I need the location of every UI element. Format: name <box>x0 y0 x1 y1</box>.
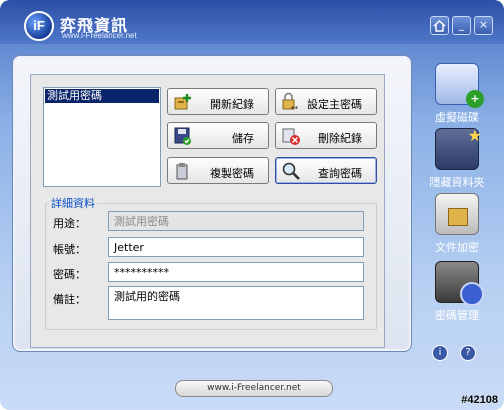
purpose-field[interactable]: 測試用密碼 <box>108 211 364 231</box>
add-record-label: 開新紀錄 <box>210 98 254 111</box>
image-badge: #42108 <box>461 394 498 406</box>
close-icon: × <box>478 18 489 31</box>
delete-record-label: 刪除紀錄 <box>318 132 362 145</box>
query-password-button[interactable]: 查詢密碼 <box>275 157 377 184</box>
info-icon: i <box>438 347 442 358</box>
home-icon <box>433 19 446 32</box>
hidden-folder-icon: ★ <box>435 126 482 170</box>
password-manager-icon <box>435 261 484 306</box>
purpose-label: 用途： <box>53 217 86 230</box>
help-icon: ? <box>465 347 471 358</box>
set-master-password-button[interactable]: ** 設定主密碼 <box>275 88 377 115</box>
file-encrypt-icon <box>435 193 479 235</box>
note-label: 備註： <box>53 293 86 306</box>
delete-record-icon <box>282 128 300 145</box>
help-button[interactable]: ? <box>460 345 476 361</box>
minimize-icon: _ <box>458 18 465 31</box>
minimize-button[interactable]: _ <box>452 16 471 35</box>
add-record-button[interactable]: 開新紀錄 <box>167 88 269 115</box>
save-label: 儲存 <box>232 132 254 145</box>
sidebar-item-label: 隱藏資料夾 <box>429 176 485 189</box>
password-label: 密碼： <box>53 268 86 281</box>
password-field[interactable]: ********** <box>108 262 364 282</box>
copy-password-icon <box>176 163 188 180</box>
sidebar-item-password-manager[interactable]: 密碼管理 <box>418 261 496 323</box>
app-window: iF 弈飛資訊 www.i-Freelancer.net _ × 測試用密碼 開… <box>0 0 504 410</box>
set-master-password-label: 設定主密碼 <box>307 98 362 111</box>
delete-record-button[interactable]: 刪除紀錄 <box>275 122 377 149</box>
account-field[interactable]: Jetter <box>108 237 364 257</box>
sidebar-item-file-encrypt[interactable]: 文件加密 <box>418 193 496 255</box>
note-field[interactable]: 測試用的密碼 <box>108 286 364 320</box>
account-label: 帳號： <box>53 243 86 256</box>
sidebar-item-hidden-folder[interactable]: ★ 隱藏資料夾 <box>418 126 496 190</box>
website-link[interactable]: www.i-Freelancer.net <box>175 380 333 397</box>
svg-text:**: ** <box>291 105 299 112</box>
close-button[interactable]: × <box>474 16 493 35</box>
sidebar-item-label: 密碼管理 <box>435 309 479 322</box>
sidebar-item-label: 文件加密 <box>435 241 479 254</box>
logo-icon: iF <box>24 11 54 41</box>
home-button[interactable] <box>430 16 449 35</box>
sidebar-item-virtual-disk[interactable]: + 虛擬磁碟 <box>418 63 496 125</box>
magnifier-icon <box>282 162 300 180</box>
add-record-icon <box>174 94 191 110</box>
app-subtitle: www.i-Freelancer.net <box>62 31 137 40</box>
sidebar-item-label: 虛擬磁碟 <box>435 111 479 124</box>
info-button[interactable]: i <box>432 345 448 361</box>
details-group-title: 詳細資料 <box>49 195 97 211</box>
save-icon <box>174 127 191 145</box>
copy-password-button[interactable]: 複製密碼 <box>167 157 269 184</box>
virtual-disk-icon: + <box>435 63 484 108</box>
copy-password-label: 複製密碼 <box>210 167 254 180</box>
list-item[interactable]: 測試用密碼 <box>45 89 159 103</box>
query-password-label: 查詢密碼 <box>318 167 362 180</box>
password-list[interactable]: 測試用密碼 <box>43 87 161 187</box>
master-password-icon: ** <box>282 92 299 112</box>
title-bar: iF 弈飛資訊 www.i-Freelancer.net _ × <box>0 0 504 44</box>
save-button[interactable]: 儲存 <box>167 122 269 149</box>
